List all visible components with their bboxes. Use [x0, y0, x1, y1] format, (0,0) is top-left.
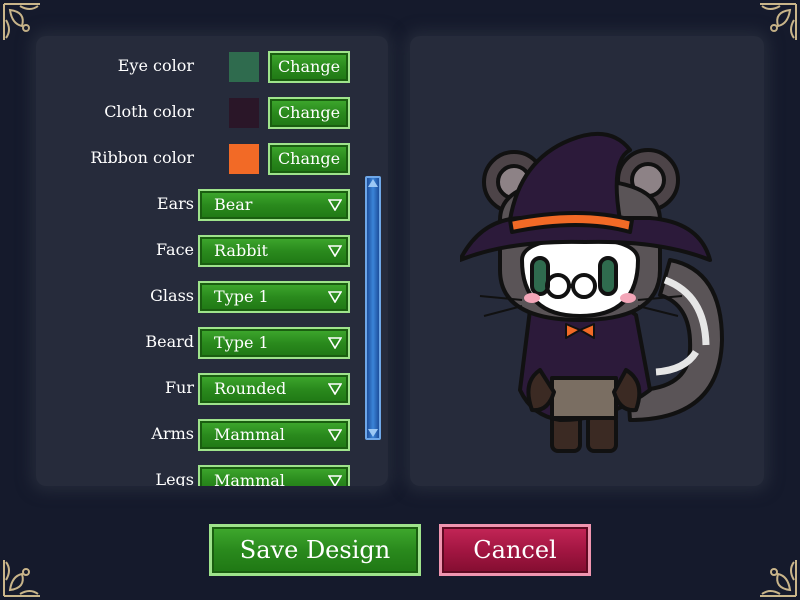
fur-dropdown[interactable]: Rounded [198, 373, 350, 405]
eye-color-change-button[interactable]: Change [268, 51, 350, 83]
beard-dropdown[interactable]: Type 1 [198, 327, 350, 359]
ears-value: Bear [214, 195, 253, 214]
ribbon-color-label: Ribbon color [90, 148, 194, 167]
legs-dropdown[interactable]: Mammal [198, 465, 350, 486]
ribbon-color-row: Ribbon color Change [36, 142, 388, 176]
triangle-down-icon [328, 199, 342, 211]
triangle-down-icon [328, 291, 342, 303]
legs-label: Legs [155, 470, 194, 486]
beard-value: Type 1 [214, 333, 269, 352]
face-label: Face [156, 240, 194, 259]
beard-label: Beard [145, 332, 194, 351]
cloth-color-label: Cloth color [104, 102, 194, 121]
fur-value: Rounded [214, 379, 287, 398]
glass-label: Glass [150, 286, 194, 305]
arms-dropdown[interactable]: Mammal [198, 419, 350, 451]
scroll-down-arrow-icon [368, 429, 378, 437]
triangle-down-icon [328, 337, 342, 349]
ribbon-color-change-button[interactable]: Change [268, 143, 350, 175]
face-value: Rabbit [214, 241, 268, 260]
arms-row: Arms Mammal [36, 418, 388, 452]
triangle-down-icon [328, 429, 342, 441]
glass-value: Type 1 [214, 287, 269, 306]
fur-row: Fur Rounded [36, 372, 388, 406]
triangle-down-icon [328, 245, 342, 257]
options-scrollbar[interactable] [365, 176, 381, 440]
triangle-down-icon [328, 383, 342, 395]
arms-value: Mammal [214, 425, 285, 444]
glass-row: Glass Type 1 [36, 280, 388, 314]
cloth-color-row: Cloth color Change [36, 96, 388, 130]
beard-row: Beard Type 1 [36, 326, 388, 360]
scroll-up-arrow-icon [368, 179, 378, 187]
cancel-button[interactable]: Cancel [439, 524, 591, 576]
glass-dropdown[interactable]: Type 1 [198, 281, 350, 313]
ears-row: Ears Bear [36, 188, 388, 222]
corner-ornament-icon [3, 560, 40, 597]
save-design-button[interactable]: Save Design [209, 524, 421, 576]
corner-ornament-icon [760, 560, 797, 597]
eye-color-label: Eye color [117, 56, 194, 75]
witch-cat-character-image [460, 132, 724, 453]
cloth-color-change-button[interactable]: Change [268, 97, 350, 129]
cloth-color-swatch [229, 98, 259, 128]
face-dropdown[interactable]: Rabbit [198, 235, 350, 267]
ribbon-color-swatch [229, 144, 259, 174]
options-panel: Eye color Change Cloth color Change Ribb… [36, 36, 388, 486]
legs-value: Mammal [214, 471, 285, 486]
eye-color-swatch [229, 52, 259, 82]
ears-label: Ears [156, 194, 194, 213]
ears-dropdown[interactable]: Bear [198, 189, 350, 221]
triangle-down-icon [328, 475, 342, 486]
fur-label: Fur [164, 378, 194, 397]
face-row: Face Rabbit [36, 234, 388, 268]
eye-color-row: Eye color Change [36, 50, 388, 84]
arms-label: Arms [151, 424, 194, 443]
legs-row: Legs Mammal [36, 464, 388, 486]
